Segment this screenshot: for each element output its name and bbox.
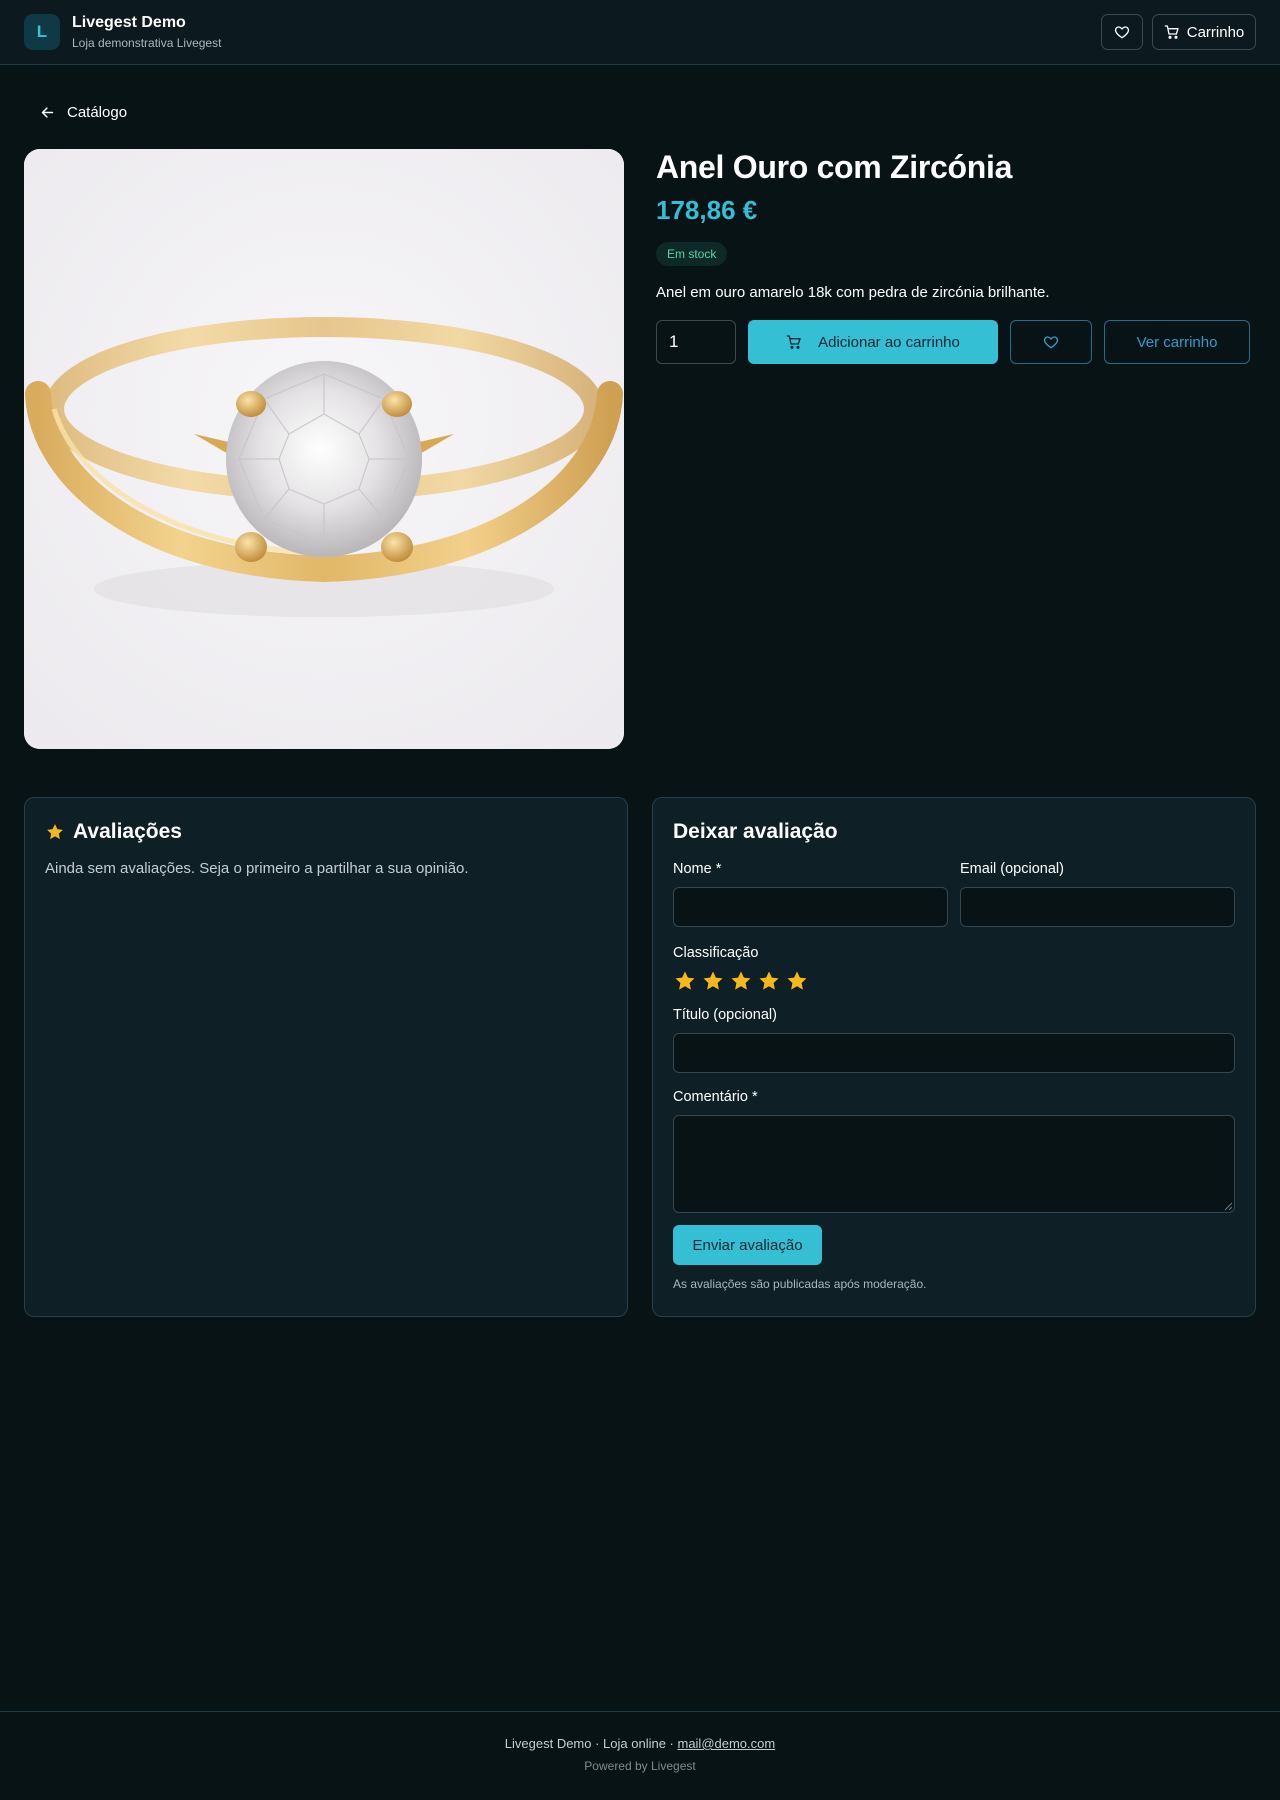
review-form-panel: Deixar avaliação Nome * Email (opcional)…: [652, 797, 1256, 1317]
name-field-group: Nome *: [673, 859, 948, 927]
submit-review-button[interactable]: Enviar avaliação: [673, 1225, 822, 1265]
comment-textarea[interactable]: [673, 1115, 1235, 1213]
reviews-empty-message: Ainda sem avaliações. Seja o primeiro a …: [45, 860, 469, 877]
brand: Livegest Demo Loja demonstrativa Liveges…: [72, 13, 221, 51]
rating-label: Classificação: [673, 945, 759, 961]
product-info: Anel Ouro com Zircónia 178,86 € Em stock…: [656, 145, 1250, 364]
rating-star-5[interactable]: [785, 969, 809, 993]
add-to-wishlist-button[interactable]: [1010, 320, 1092, 364]
view-cart-button[interactable]: Ver carrinho: [1104, 320, 1250, 364]
quantity-input[interactable]: 1: [656, 320, 736, 364]
star-icon: [47, 824, 63, 840]
product-description: Anel em ouro amarelo 18k com pedra de zi…: [656, 284, 1050, 301]
review-title-input[interactable]: [673, 1033, 1235, 1073]
cart-button[interactable]: Carrinho: [1152, 14, 1256, 50]
header-actions: Carrinho: [1101, 14, 1256, 50]
wishlist-button[interactable]: [1101, 14, 1143, 50]
footer-text: Livegest Demo · Loja online ·: [504, 1736, 678, 1751]
reviews-panel: Avaliações Ainda sem avaliações. Seja o …: [24, 797, 628, 1317]
cart-icon: [1164, 25, 1179, 39]
reviews-heading: Avaliações: [45, 818, 607, 846]
review-form-title: Deixar avaliação: [673, 820, 838, 843]
heart-icon: [1114, 26, 1130, 39]
name-email-row: Nome * Email (opcional): [673, 859, 1235, 927]
rating-star-3[interactable]: [729, 969, 753, 993]
rating-star-2[interactable]: [701, 969, 725, 993]
product-price: 178,86 €: [656, 195, 758, 225]
name-label: Nome *: [673, 861, 722, 877]
ring-illustration: [24, 149, 624, 749]
email-label: Email (opcional): [960, 861, 1064, 877]
footer-email-link[interactable]: mail@demo.com: [677, 1736, 775, 1751]
back-to-catalog-link[interactable]: Catálogo: [40, 104, 127, 121]
email-field-group: Email (opcional): [960, 859, 1235, 927]
email-input[interactable]: [960, 887, 1235, 927]
site-header: L Livegest Demo Loja demonstrativa Liveg…: [0, 0, 1280, 65]
cart-label: Carrinho: [1186, 23, 1245, 41]
powered-by: Powered by Livegest: [584, 1759, 696, 1773]
comment-group: Comentário *: [673, 1087, 1235, 1213]
footer-info: Livegest Demo · Loja online · mail@demo.…: [0, 1736, 1280, 1751]
site-footer: Livegest Demo · Loja online · mail@demo.…: [0, 1711, 1280, 1800]
stock-badge: Em stock: [656, 242, 728, 266]
review-title-label: Título (opcional): [673, 1007, 777, 1023]
back-label: Catálogo: [67, 104, 128, 121]
rating-group: Classificação: [673, 943, 1235, 993]
store-name[interactable]: Livegest Demo: [72, 13, 221, 33]
rating-stars: [673, 969, 1235, 993]
product-actions: 1 Adicionar ao carrinho Ver carrinho: [656, 320, 1250, 364]
store-subtitle: Loja demonstrativa Livegest: [72, 36, 222, 50]
heart-icon: [1043, 336, 1059, 349]
reviews-title: Avaliações: [73, 820, 182, 843]
arrow-left-icon: [41, 107, 54, 118]
rating-star-4[interactable]: [757, 969, 781, 993]
comment-label: Comentário *: [673, 1089, 758, 1105]
name-input[interactable]: [673, 887, 948, 927]
add-to-cart-label: Adicionar ao carrinho: [818, 333, 960, 351]
cart-icon: [786, 335, 801, 349]
rating-star-1[interactable]: [673, 969, 697, 993]
product-title: Anel Ouro com Zircónia: [656, 149, 1013, 185]
review-title-group: Título (opcional): [673, 1005, 1235, 1073]
product-image: [24, 149, 624, 749]
store-logo[interactable]: L: [24, 14, 60, 50]
resize-handle-icon[interactable]: [1224, 1202, 1232, 1210]
moderation-note: As avaliações são publicadas após modera…: [673, 1277, 927, 1291]
add-to-cart-button[interactable]: Adicionar ao carrinho: [748, 320, 998, 364]
